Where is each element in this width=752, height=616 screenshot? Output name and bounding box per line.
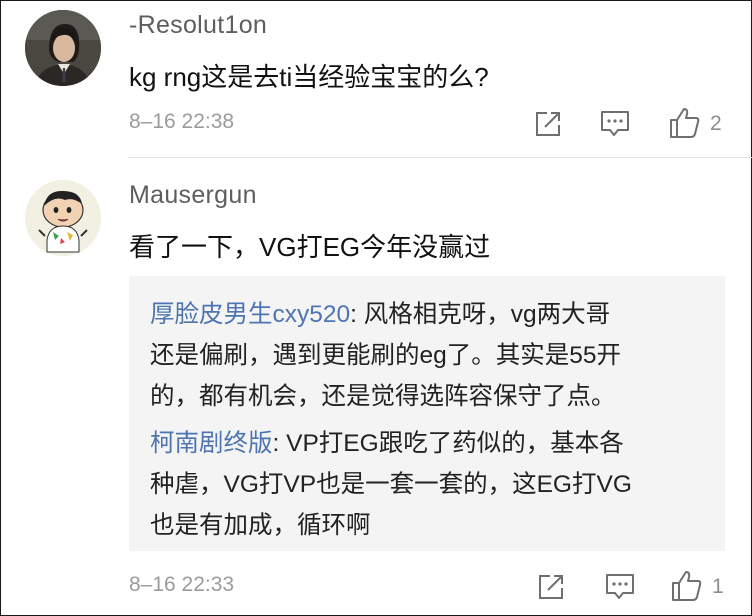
like-count: 2 xyxy=(710,112,722,135)
avatar[interactable] xyxy=(25,180,101,256)
comment-timestamp: 8–16 22:38 xyxy=(129,110,235,133)
reply-author[interactable]: 柯南剧终版 xyxy=(150,430,273,457)
comment-timestamp: 8–16 22:33 xyxy=(129,573,235,596)
reply-thread[interactable]: 厚脸皮男生cxy520: 风格相克呀，vg两大哥 还是偏刷，遇到更能刷的eg了。… xyxy=(129,276,725,551)
share-icon xyxy=(539,575,563,599)
like-count: 1 xyxy=(712,575,724,598)
reply-text-line: 的，都有机会，还是觉得选阵容保守了点。 xyxy=(150,383,616,410)
like-button[interactable] xyxy=(668,106,702,140)
reply-item[interactable]: 厚脸皮男生cxy520: 风格相克呀，vg两大哥 xyxy=(150,295,610,330)
reply-author[interactable]: 厚脸皮男生cxy520 xyxy=(150,301,350,328)
reply-text-line: 也是有加成，循环啊 xyxy=(150,512,371,539)
reply-button[interactable] xyxy=(599,109,631,139)
comment-divider xyxy=(128,157,752,158)
share-button[interactable] xyxy=(536,572,566,602)
comment-text: 看了一下，VG打EG今年没赢过 xyxy=(129,232,491,262)
reply-text: 风格相克呀，vg两大哥 xyxy=(363,301,611,328)
reply-separator: : xyxy=(350,301,364,328)
reply-text-line: 种虐，VG打VP也是一套一套的，这EG打VG xyxy=(150,471,632,498)
like-button[interactable] xyxy=(670,569,704,603)
avatar[interactable] xyxy=(25,10,101,86)
comment-username[interactable]: -Resolut1on xyxy=(129,11,267,40)
reply-text: VP打EG跟吃了药似的，基本各 xyxy=(286,430,624,457)
share-icon xyxy=(536,112,560,136)
reply-separator: : xyxy=(272,430,287,457)
share-button[interactable] xyxy=(533,109,563,139)
reply-item[interactable]: 柯南剧终版: VP打EG跟吃了药似的，基本各 xyxy=(150,424,624,459)
comment-username[interactable]: Mausergun xyxy=(129,181,257,210)
comment-icon xyxy=(606,574,634,599)
comment-text: kg rng这是去ti当经验宝宝的么? xyxy=(129,62,489,92)
thumbs-up-icon xyxy=(672,571,702,601)
reply-text-line: 还是偏刷，遇到更能刷的eg了。其实是55开 xyxy=(150,342,622,369)
thumbs-up-icon xyxy=(670,108,700,138)
reply-button[interactable] xyxy=(604,572,636,602)
comment-icon xyxy=(601,111,629,136)
